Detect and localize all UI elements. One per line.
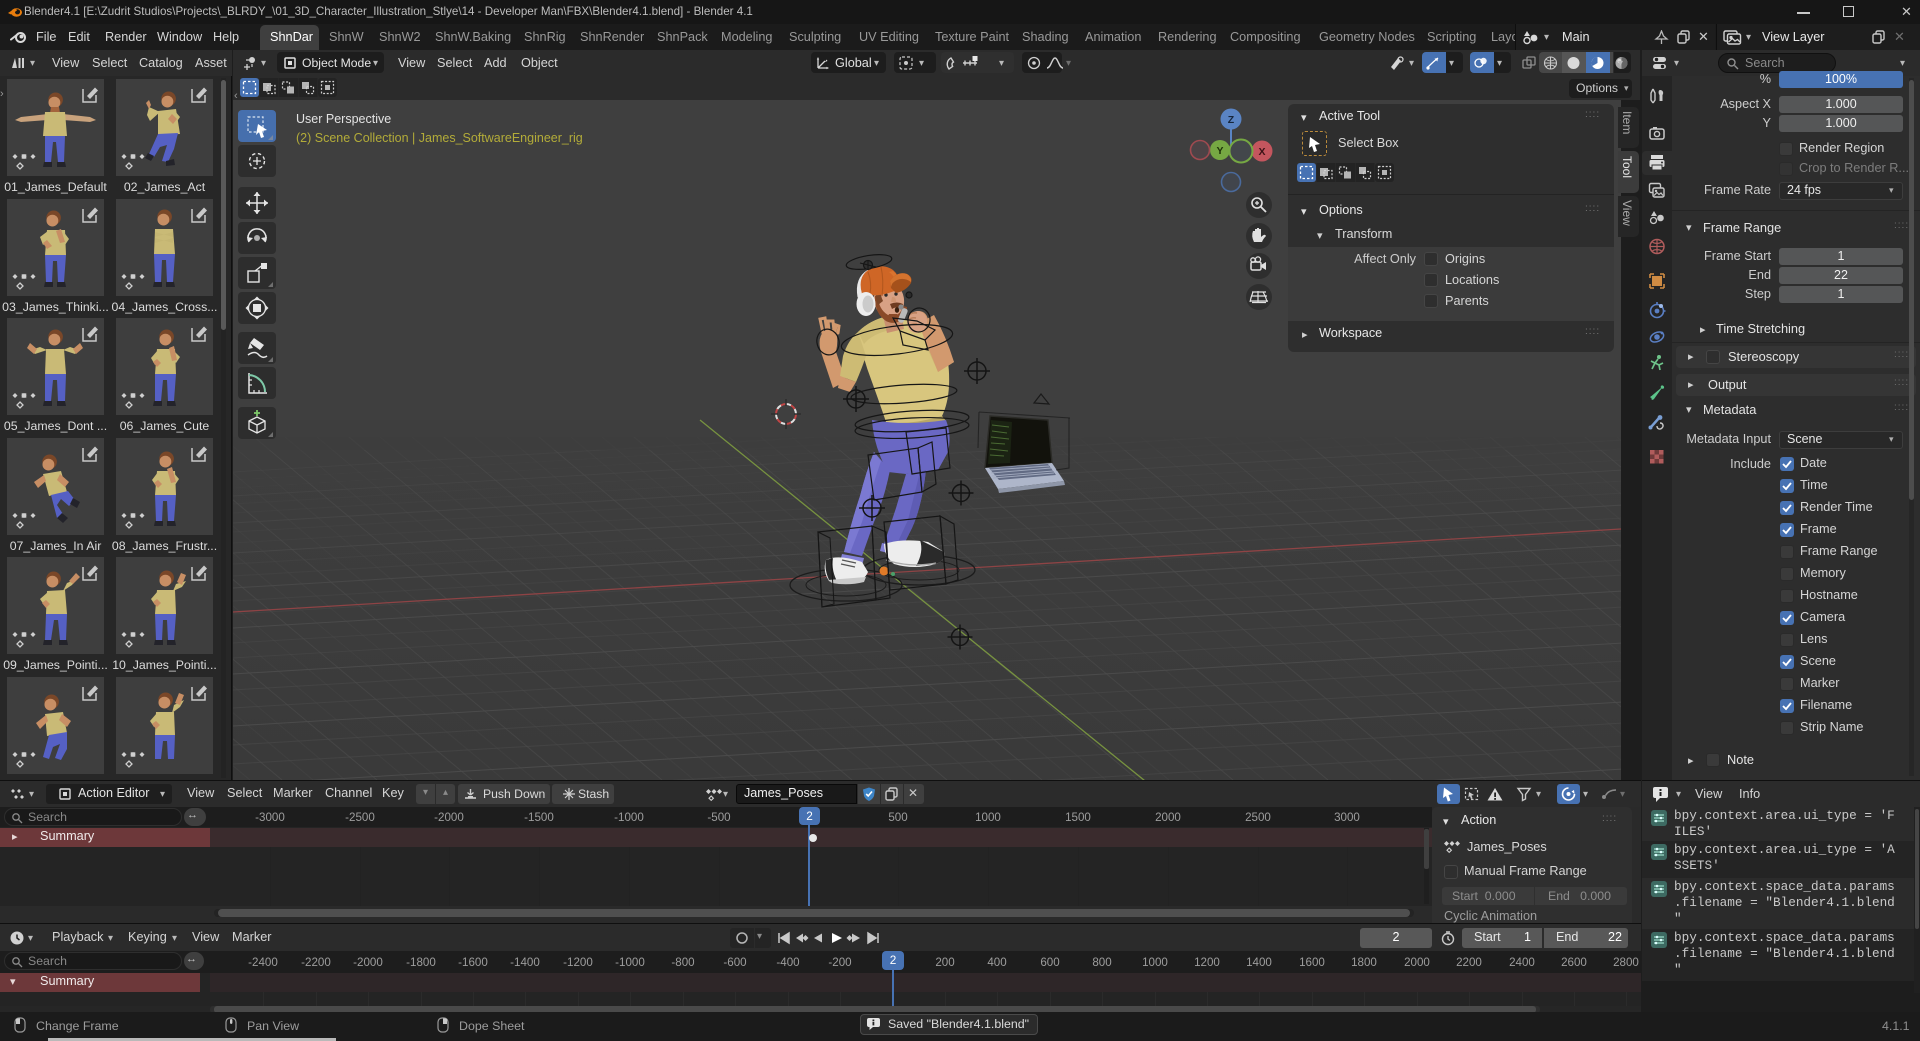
svg-text:Z: Z	[1228, 114, 1235, 126]
svg-text:X: X	[1258, 146, 1265, 158]
svg-text:Y: Y	[1216, 145, 1223, 157]
